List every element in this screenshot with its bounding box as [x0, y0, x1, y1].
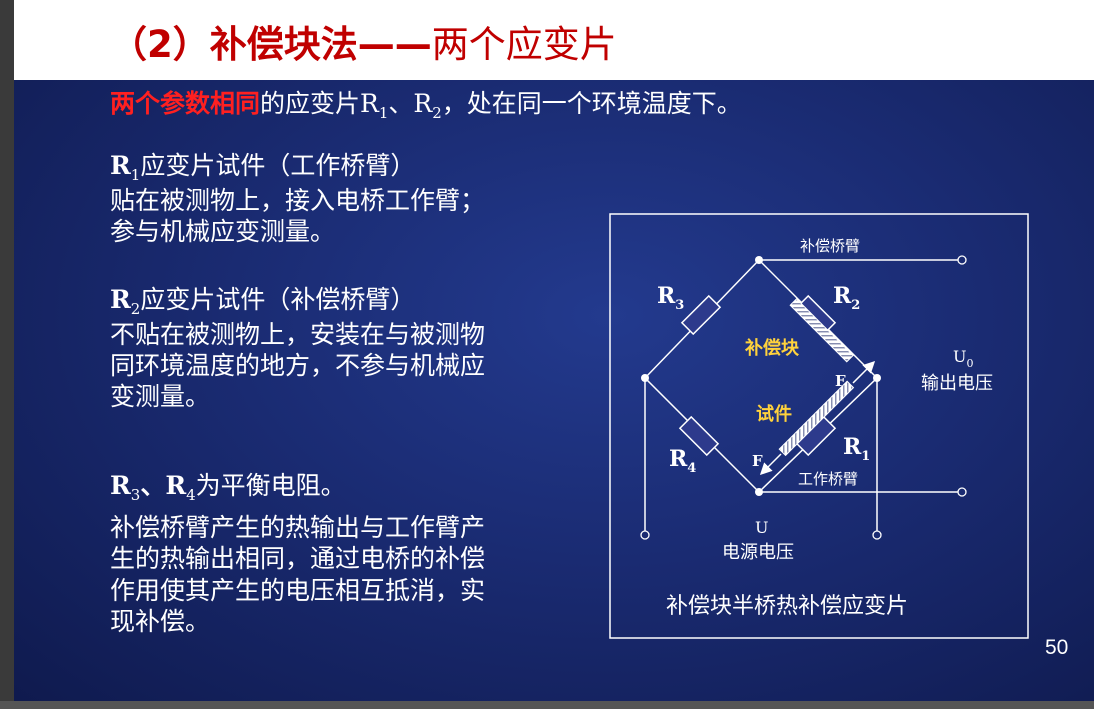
- r2-label: R2: [833, 283, 860, 313]
- terminals: [640, 255, 967, 540]
- bridge-diagram: 补偿桥臂 工作桥臂 补偿块 试件 F F R3 R2 R1 R4 U0 输出电压…: [609, 213, 1029, 639]
- comp-arm-label: 补偿桥臂: [800, 237, 860, 255]
- supply-u-label: U: [755, 518, 768, 537]
- supply-voltage-label: 电源电压: [722, 542, 794, 563]
- work-arm-label: 工作桥臂: [798, 470, 858, 488]
- r3-label: R3: [657, 283, 684, 313]
- specimen-label: 试件: [756, 403, 792, 425]
- bottom-bar: [0, 701, 1094, 709]
- r4-label: R4: [669, 446, 696, 476]
- resistor-r3: [680, 294, 722, 336]
- diagram-caption: 补偿块半桥热补偿应变片: [666, 594, 908, 619]
- comp-block-label: 补偿块: [744, 337, 800, 359]
- page-number: 50: [1045, 636, 1069, 659]
- force-arrow-bottom: [759, 453, 782, 476]
- force-label-bottom: F: [752, 452, 763, 470]
- force-label-top: F: [835, 372, 846, 390]
- output-voltage-label: 输出电压: [921, 373, 993, 394]
- r1-label: R1: [843, 434, 870, 464]
- output-u-label: U0: [953, 347, 973, 370]
